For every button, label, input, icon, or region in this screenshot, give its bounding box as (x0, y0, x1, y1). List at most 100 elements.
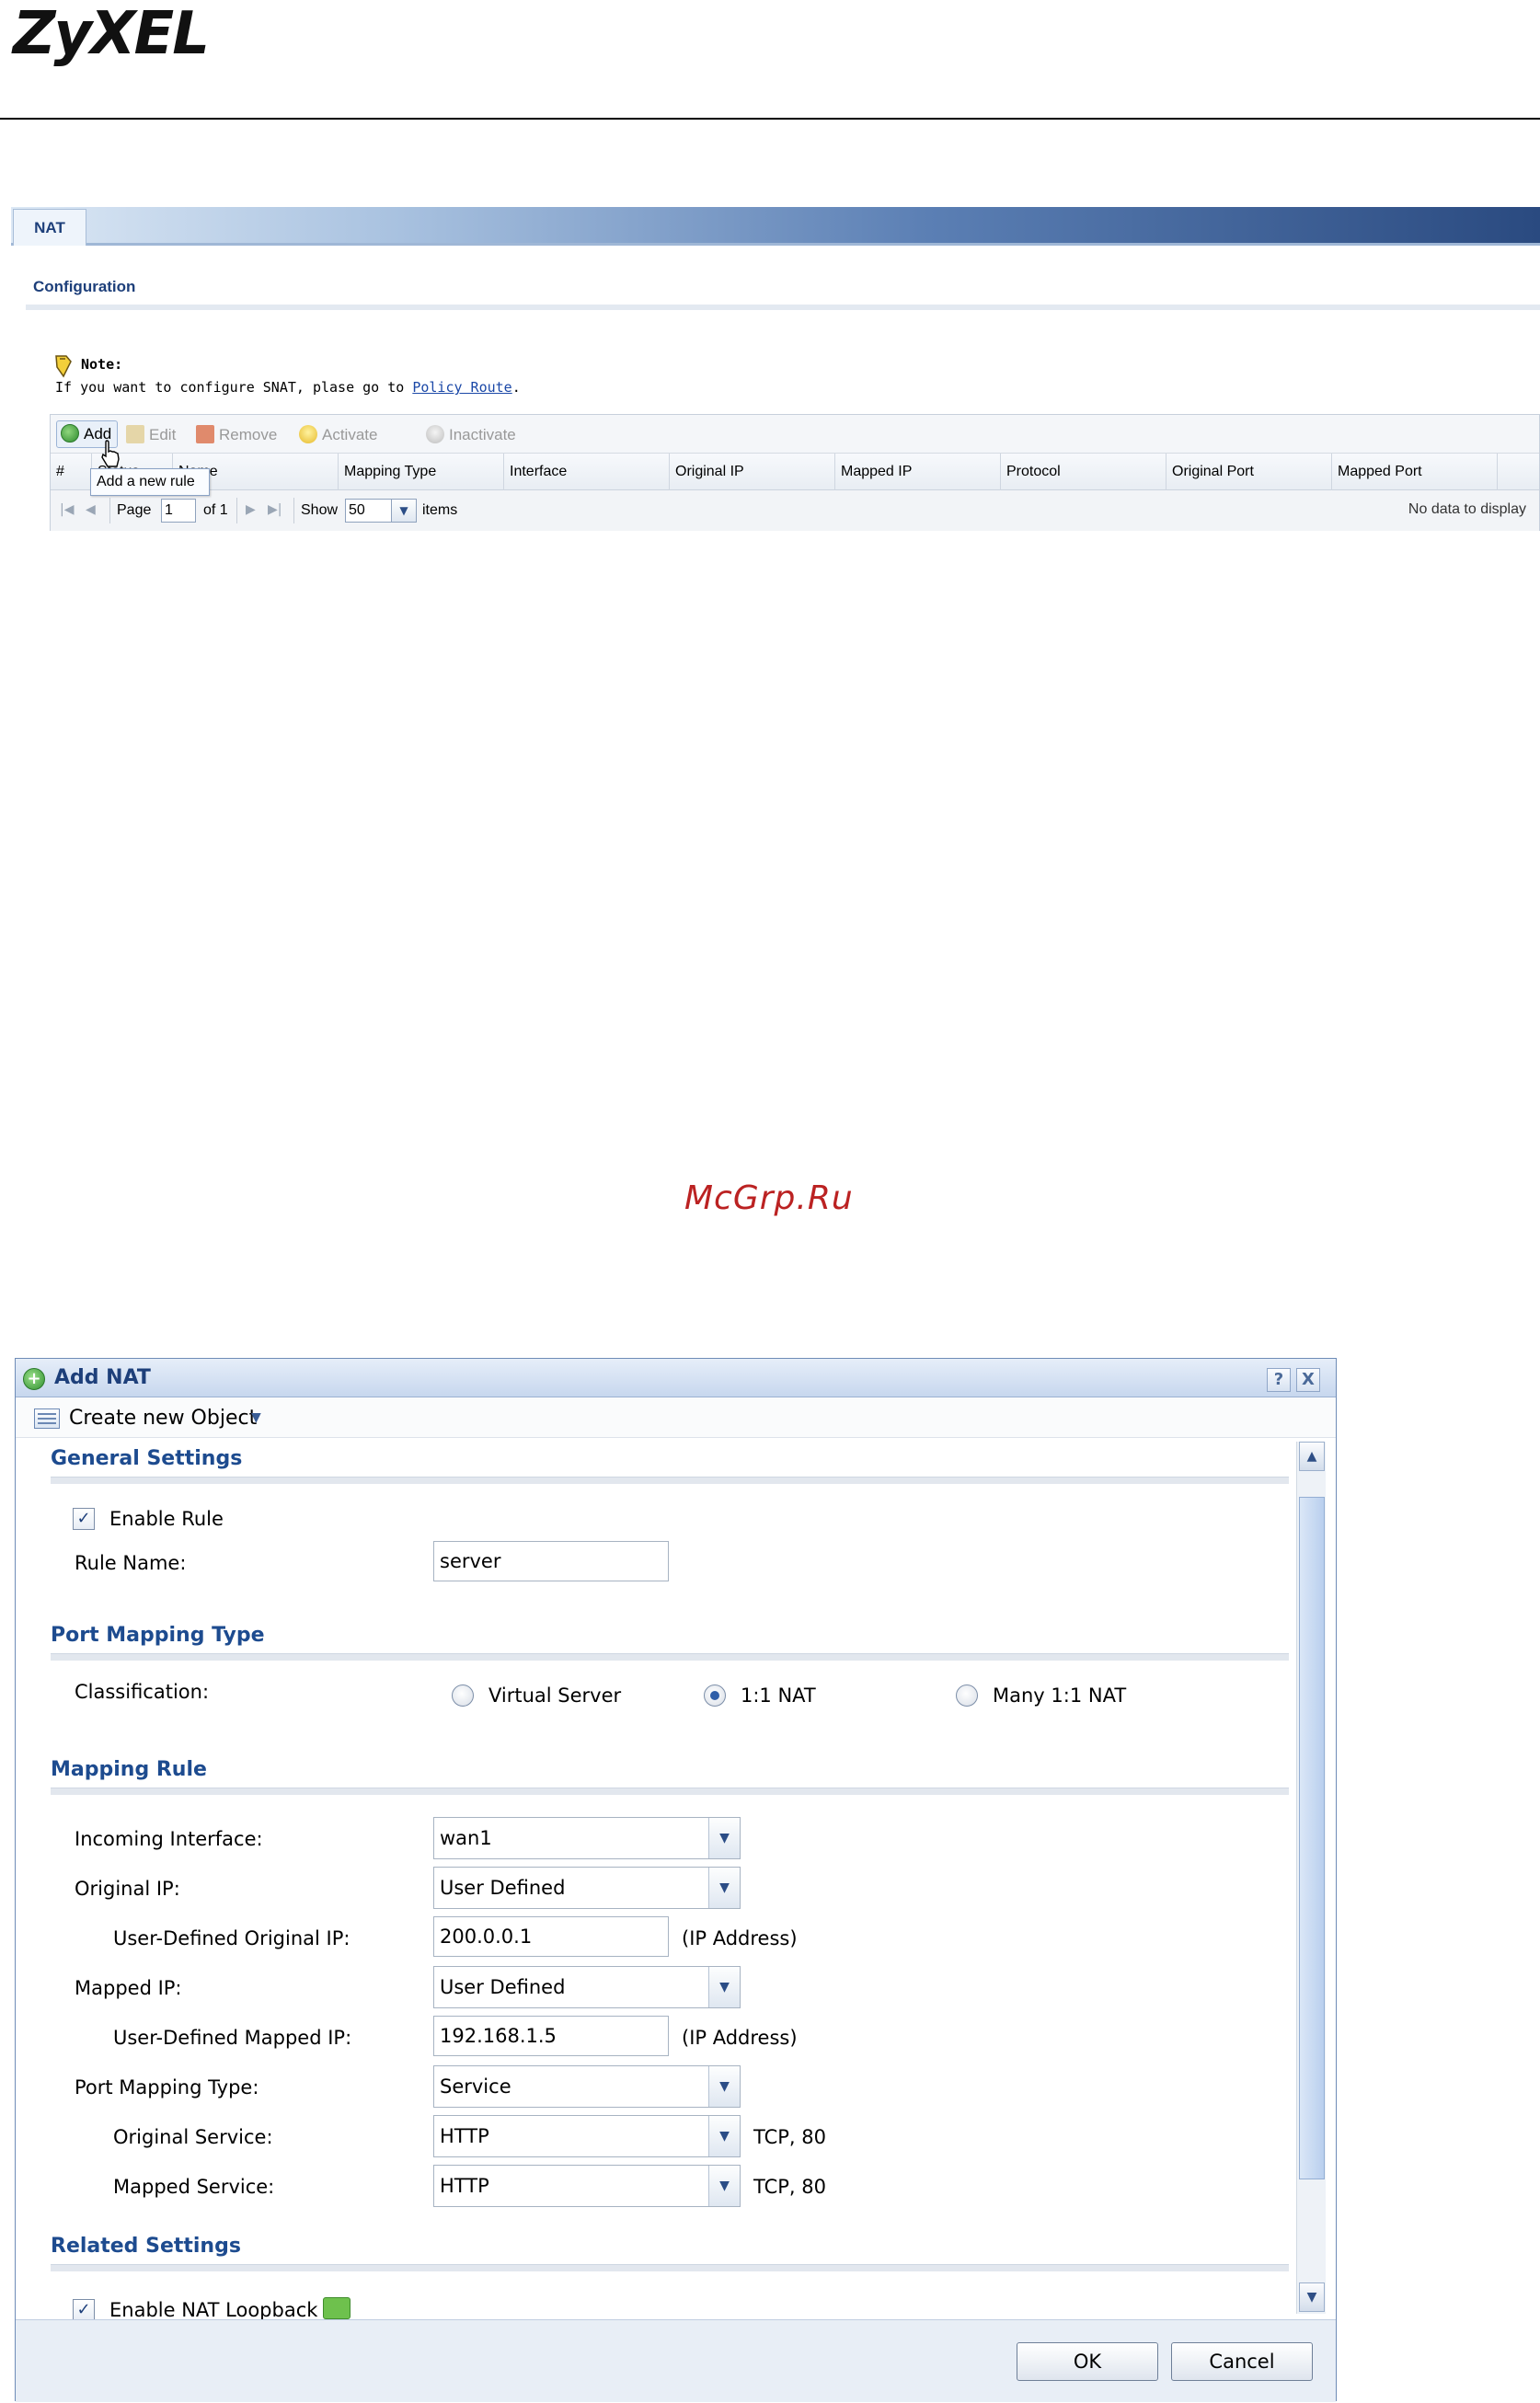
ud-mapped-ip-input[interactable]: 192.168.1.5 (433, 2016, 669, 2056)
selected-value: HTTP (440, 2125, 489, 2147)
edit-icon (126, 425, 144, 443)
zyxel-logo: ZyXEL (13, 0, 210, 68)
caret-down-icon[interactable]: ▼ (251, 1410, 261, 1425)
activate-button[interactable]: Activate (299, 424, 377, 446)
add-tooltip: Add a new rule (90, 468, 210, 496)
edit-button[interactable]: Edit (126, 424, 176, 446)
inactivate-button[interactable]: Inactivate (426, 424, 516, 446)
selected-value: Service (440, 2075, 511, 2098)
chevron-down-icon[interactable]: ▼ (708, 2116, 740, 2156)
last-page-icon[interactable]: ▶| (268, 502, 282, 517)
column-header[interactable]: # (51, 454, 91, 490)
scroll-up-icon[interactable]: ▲ (1299, 1442, 1325, 1471)
rule-name-input[interactable]: server (433, 1541, 669, 1581)
policy-route-link[interactable]: Policy Route (412, 379, 511, 396)
section-divider (26, 305, 1540, 310)
virtual-server-radio[interactable] (452, 1684, 474, 1707)
trash-icon (196, 425, 214, 443)
original-service-select[interactable]: HTTP ▼ (433, 2115, 741, 2157)
add-icon: + (23, 1368, 45, 1390)
column-header[interactable]: Mapping Type (338, 454, 503, 490)
chevron-down-icon[interactable]: ▼ (708, 2166, 740, 2206)
nat-loopback-checkbox[interactable]: ✓ (73, 2299, 95, 2319)
remove-button[interactable]: Remove (196, 424, 277, 446)
first-page-icon[interactable]: |◀ (60, 502, 74, 517)
one-to-one-nat-radio[interactable] (704, 1684, 726, 1707)
one-to-one-nat-label: 1:1 NAT (741, 1684, 816, 1707)
page-label: Page (117, 502, 152, 518)
ud-original-ip-input[interactable]: 200.0.0.1 (433, 1916, 669, 1957)
ip-address-hint: (IP Address) (682, 2027, 798, 2049)
scroll-down-icon[interactable]: ▼ (1299, 2282, 1325, 2312)
pager-divider (293, 498, 294, 523)
activate-label: Activate (322, 426, 378, 443)
info-icon[interactable] (323, 2297, 351, 2319)
mapped-ip-select[interactable]: User Defined ▼ (433, 1966, 741, 2008)
items-label: items (422, 502, 458, 518)
column-header[interactable]: Mapped Port (1331, 454, 1497, 490)
mapped-ip-label: Mapped IP: (75, 1977, 182, 1999)
enable-rule-checkbox[interactable]: ✓ (73, 1508, 95, 1530)
many-one-to-one-nat-label: Many 1:1 NAT (993, 1684, 1127, 1707)
scroll-thumb[interactable] (1299, 1497, 1325, 2179)
header-divider (0, 118, 1540, 120)
dialog-scrollbar[interactable]: ▲ ▼ (1296, 1442, 1326, 2314)
dialog-footer: OK Cancel (16, 2319, 1336, 2402)
pager-divider (109, 498, 110, 523)
chevron-down-icon[interactable]: ▼ (391, 499, 417, 523)
original-service-label: Original Service: (113, 2126, 273, 2148)
table-toolbar: Add Edit Remove Activate Inactivate (51, 415, 1539, 454)
note-text: If you want to configure SNAT, plase go … (55, 379, 521, 396)
section-mapping-rule-title: Mapping Rule (51, 1758, 207, 1781)
tab-nat[interactable]: NAT (13, 209, 86, 246)
watermark: McGrp.Ru (684, 1179, 854, 1217)
chevron-down-icon[interactable]: ▼ (708, 1818, 740, 1858)
port-mapping-type-select[interactable]: Service ▼ (433, 2065, 741, 2108)
page-input[interactable]: 1 (161, 499, 196, 523)
hand-cursor-icon (101, 440, 120, 467)
section-port-mapping-title: Port Mapping Type (51, 1624, 265, 1647)
ok-button[interactable]: OK (1017, 2342, 1158, 2381)
section-divider (51, 1653, 1289, 1661)
create-object-menu[interactable]: Create new Object (69, 1407, 257, 1430)
column-header[interactable]: Original IP (669, 454, 834, 490)
column-header[interactable]: Mapped IP (834, 454, 1000, 490)
chevron-down-icon[interactable]: ▼ (708, 1967, 740, 2007)
page-size-select[interactable]: 50 (345, 499, 393, 523)
note-text-after: . (511, 379, 521, 396)
lightbulb-off-icon (426, 425, 444, 443)
nat-screen: NAT Configuration Note: If you want to c… (11, 207, 1540, 538)
column-header[interactable]: Original Port (1166, 454, 1331, 490)
remove-label: Remove (219, 426, 278, 443)
lightbulb-on-icon (299, 425, 317, 443)
selected-value: User Defined (440, 1877, 566, 1899)
table-pager: |◀ ◀ Page 1 of 1 ▶ ▶| Show 50 ▼ items No… (51, 490, 1539, 531)
many-one-to-one-nat-radio[interactable] (956, 1684, 978, 1707)
incoming-interface-select[interactable]: wan1 ▼ (433, 1817, 741, 1859)
prev-page-icon[interactable]: ◀ (86, 502, 96, 517)
close-button[interactable]: X (1296, 1368, 1320, 1392)
mapped-service-select[interactable]: HTTP ▼ (433, 2165, 741, 2207)
object-list-icon (34, 1408, 60, 1429)
table-header: # Status Name Mapping Type Interface Ori… (51, 454, 1539, 490)
add-icon (61, 424, 79, 443)
mapped-service-label: Mapped Service: (113, 2176, 275, 2198)
original-ip-select[interactable]: User Defined ▼ (433, 1867, 741, 1909)
next-page-icon[interactable]: ▶ (246, 502, 256, 517)
enable-rule-label: Enable Rule (109, 1508, 224, 1530)
chevron-down-icon[interactable]: ▼ (708, 2066, 740, 2107)
ud-mapped-ip-label: User-Defined Mapped IP: (113, 2027, 352, 2049)
chevron-down-icon[interactable]: ▼ (708, 1868, 740, 1908)
help-button[interactable]: ? (1267, 1368, 1291, 1392)
column-header[interactable]: Protocol (1000, 454, 1166, 490)
note-text-before: If you want to configure SNAT, plase go … (55, 379, 413, 396)
section-divider (51, 1477, 1289, 1484)
column-header[interactable]: Interface (503, 454, 669, 490)
section-divider (51, 1788, 1289, 1795)
ud-original-ip-label: User-Defined Original IP: (113, 1927, 351, 1949)
classification-label: Classification: (75, 1681, 210, 1703)
add-nat-dialog: + Add NAT ? X Create new Object ▼ Genera… (15, 1358, 1337, 2402)
cancel-button[interactable]: Cancel (1171, 2342, 1313, 2381)
ip-address-hint: (IP Address) (682, 1927, 798, 1949)
column-header-filler (1497, 454, 1539, 490)
